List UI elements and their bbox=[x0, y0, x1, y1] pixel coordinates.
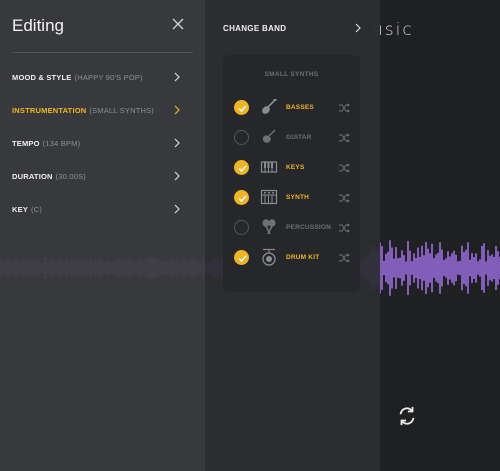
bass-guitar-icon bbox=[262, 99, 277, 114]
change-band-header[interactable]: CHANGE BAND bbox=[223, 24, 286, 33]
divider bbox=[12, 52, 193, 53]
chevron-right-icon[interactable] bbox=[354, 23, 362, 33]
instrument-row-basses[interactable]: BASSES bbox=[223, 97, 360, 121]
instrument-row-synth[interactable]: SYNTH bbox=[223, 187, 360, 211]
instrument-row-drum-kit[interactable]: DRUM KIT bbox=[223, 247, 360, 271]
menu-item-label: KEY bbox=[12, 205, 29, 214]
checkbox[interactable] bbox=[234, 250, 249, 265]
close-icon[interactable] bbox=[170, 16, 186, 32]
refresh-icon[interactable] bbox=[396, 405, 418, 427]
drum-icon bbox=[262, 248, 276, 266]
band-card: SMALL SYNTHS BASSES GUITAR KEYS SYNTH PE… bbox=[223, 55, 360, 292]
shuffle-icon[interactable] bbox=[338, 103, 350, 113]
menu-item-duration[interactable]: DURATION (30.00S) bbox=[12, 167, 193, 200]
instrument-row-percussion[interactable]: PERCUSSION bbox=[223, 217, 360, 241]
instrument-label: SYNTH bbox=[286, 194, 310, 201]
menu-item-label: TEMPO bbox=[12, 139, 40, 148]
shuffle-icon[interactable] bbox=[338, 223, 350, 233]
checkbox[interactable] bbox=[234, 100, 249, 115]
menu-item-label: INSTRUMENTATION bbox=[12, 106, 87, 115]
chevron-right-icon bbox=[174, 72, 180, 82]
menu-item-label: MOOD & STYLE bbox=[12, 73, 72, 82]
menu-item-key[interactable]: KEY (C) bbox=[12, 200, 193, 233]
shuffle-icon[interactable] bbox=[338, 253, 350, 263]
change-band-panel: CHANGE BAND SMALL SYNTHS BASSES GUITAR K… bbox=[205, 0, 380, 471]
menu-item-value: (SMALL SYNTHS) bbox=[89, 106, 155, 115]
shuffle-icon[interactable] bbox=[338, 163, 350, 173]
instrument-row-keys[interactable]: KEYS bbox=[223, 157, 360, 181]
menu-item-value: (C) bbox=[31, 205, 43, 214]
band-card-title: SMALL SYNTHS bbox=[264, 71, 319, 78]
editing-panel: Editing MOOD & STYLE (HAPPY 90'S POP) INS… bbox=[0, 0, 205, 471]
menu-item-value: (30.00S) bbox=[55, 172, 86, 181]
chevron-right-icon bbox=[174, 171, 180, 181]
shuffle-icon[interactable] bbox=[338, 193, 350, 203]
instrument-label: BASSES bbox=[286, 104, 314, 111]
chevron-right-icon bbox=[174, 204, 180, 214]
instrument-label: GUITAR bbox=[286, 134, 312, 141]
instrument-label: KEYS bbox=[286, 164, 305, 171]
menu-item-tempo[interactable]: TEMPO (134 BPM) bbox=[12, 134, 193, 167]
menu-item-label: DURATION bbox=[12, 172, 53, 181]
chevron-right-icon bbox=[174, 105, 180, 115]
guitar-icon bbox=[262, 129, 276, 143]
maracas-icon bbox=[262, 219, 276, 235]
shuffle-icon[interactable] bbox=[338, 133, 350, 143]
menu-item-mood-style[interactable]: MOOD & STYLE (HAPPY 90'S POP) bbox=[12, 68, 193, 101]
menu-item-value: (HAPPY 90'S POP) bbox=[74, 73, 143, 82]
instrument-row-guitar[interactable]: GUITAR bbox=[223, 127, 360, 151]
keys-icon bbox=[260, 161, 278, 173]
editing-title: Editing bbox=[12, 16, 64, 35]
checkbox[interactable] bbox=[234, 190, 249, 205]
checkbox[interactable] bbox=[234, 130, 249, 145]
checkbox[interactable] bbox=[234, 220, 249, 235]
instrument-label: PERCUSSION bbox=[286, 224, 331, 231]
synth-icon bbox=[260, 189, 278, 205]
instrument-label: DRUM KIT bbox=[286, 254, 320, 261]
checkbox[interactable] bbox=[234, 160, 249, 175]
menu-item-value: (134 BPM) bbox=[42, 139, 81, 148]
chevron-right-icon bbox=[174, 138, 180, 148]
editing-menu: MOOD & STYLE (HAPPY 90'S POP) INSTRUMENTA… bbox=[12, 68, 193, 233]
menu-item-instrumentation[interactable]: INSTRUMENTATION (SMALL SYNTHS) bbox=[12, 101, 193, 134]
